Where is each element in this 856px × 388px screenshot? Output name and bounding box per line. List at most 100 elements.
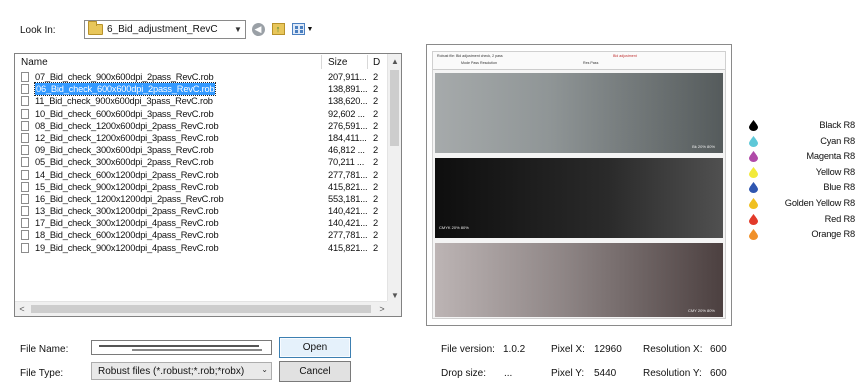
back-button[interactable]: ◀ [250, 21, 266, 37]
redacted-text [99, 345, 259, 347]
chevron-down-icon[interactable]: ⌄ [261, 365, 268, 374]
column-header-name[interactable]: Name [21, 57, 48, 68]
drop-size-label: Drop size: [441, 368, 487, 379]
column-divider[interactable] [321, 55, 322, 69]
file-row[interactable]: 14_Bid_check_600x1200dpi_2pass_RevC.rob 2… [15, 169, 387, 181]
scroll-up-icon[interactable]: ▲ [388, 54, 401, 68]
ink-drop-icon [749, 213, 758, 225]
file-size: 415,821... [328, 242, 368, 253]
look-in-label: Look In: [20, 25, 56, 36]
file-date: 2 [373, 181, 378, 192]
file-row[interactable]: 15_Bid_check_900x1200dpi_2pass_RevC.rob 4… [15, 181, 387, 193]
ink-label: Red R8 [824, 213, 856, 224]
column-divider[interactable] [367, 55, 368, 69]
scroll-thumb[interactable] [390, 70, 399, 146]
ink-label: Cyan R8 [820, 135, 855, 146]
up-folder-button[interactable]: ↑ [270, 21, 286, 37]
file-name: 12_Bid_check_1200x600dpi_3pass_RevC.rob [35, 132, 219, 143]
pixel-x-value: 12960 [594, 344, 622, 355]
file-row[interactable]: 13_Bid_check_300x1200dpi_2pass_RevC.rob 1… [15, 205, 387, 217]
resolution-y-value: 600 [710, 368, 727, 379]
file-row[interactable]: 09_Bid_check_300x600dpi_3pass_RevC.rob 46… [15, 144, 387, 156]
file-date: 2 [373, 157, 378, 168]
file-row[interactable]: 19_Bid_check_900x1200dpi_4pass_RevC.rob 4… [15, 242, 387, 254]
file-size: 276,591... [328, 120, 368, 131]
preview-gradient-band: Bk 20% 80% [435, 73, 723, 153]
folder-icon [88, 21, 103, 35]
scroll-left-icon[interactable]: < [15, 302, 29, 316]
scroll-down-icon[interactable]: ▼ [388, 288, 401, 302]
band-label: CMYK 20% 80% [439, 225, 469, 230]
horizontal-scrollbar[interactable]: < > [15, 301, 389, 316]
file-list[interactable]: Name Size D 07_Bid_check_900x600dpi_2pas… [14, 53, 402, 317]
file-date: 2 [373, 218, 378, 229]
file-name: 07_Bid_check_900x600dpi_2pass_RevC.rob [35, 72, 214, 82]
band-label: Bk 20% 80% [692, 144, 715, 149]
preview-header-text: Res Pass [583, 61, 599, 65]
file-list-header: Name Size D [15, 54, 401, 70]
file-type-select[interactable]: Robust files (*.robust;*.rob;*robx) ⌄ [91, 362, 272, 380]
view-menu-dropdown[interactable]: ▼ [305, 21, 315, 37]
file-row[interactable]: 12_Bid_check_1200x600dpi_3pass_RevC.rob 1… [15, 132, 387, 144]
file-size: 140,421... [328, 206, 368, 217]
chevron-down-icon[interactable]: ▼ [231, 21, 245, 38]
ink-item: Blue R8 [749, 182, 856, 194]
file-name-input[interactable] [91, 340, 272, 355]
view-menu-button[interactable] [290, 21, 306, 37]
file-name: 11_Bid_check_900x600dpi_3pass_RevC.rob [35, 96, 213, 107]
view-menu-icon [291, 23, 305, 35]
file-icon [21, 169, 29, 180]
preview-header-text: Robust file: Bid adjustment check, 2 pas… [437, 54, 503, 58]
file-row[interactable]: 18_Bid_check_600x1200dpi_4pass_RevC.rob 2… [15, 229, 387, 241]
file-date: 2 [373, 169, 378, 180]
file-version-value: 1.0.2 [503, 344, 526, 355]
file-name: 10_Bid_check_600x600dpi_3pass_RevC.rob [35, 108, 214, 119]
file-size: 138,891... [328, 84, 368, 95]
preview-header: Robust file: Bid adjustment check, 2 pas… [433, 52, 725, 70]
file-version-label: File version: [441, 344, 495, 355]
look-in-combo[interactable]: 6_Bid_adjustment_RevC ▼ [84, 20, 246, 39]
preview-image: Robust file: Bid adjustment check, 2 pas… [432, 51, 726, 319]
ink-drop-icon [749, 120, 758, 131]
preview-gradient-band: CMY 20% 80% [435, 243, 723, 317]
file-row[interactable]: 06_Bid_check_600x600dpi_2pass_RevC.rob 13… [15, 82, 387, 97]
file-date: 2 [373, 84, 378, 95]
scroll-thumb-horizontal[interactable] [31, 305, 371, 313]
file-name: 14_Bid_check_600x1200dpi_2pass_RevC.rob [35, 169, 219, 180]
resolution-y-label: Resolution Y: [643, 368, 702, 379]
file-date: 2 [373, 108, 378, 119]
scroll-corner [387, 301, 401, 316]
file-type-value: Robust files (*.robust;*.rob;*robx) [98, 365, 245, 377]
file-name: 08_Bid_check_1200x600dpi_2pass_RevC.rob [35, 120, 219, 131]
file-size: 277,781... [328, 169, 368, 180]
resolution-x-label: Resolution X: [643, 344, 703, 355]
pixel-y-value: 5440 [594, 368, 617, 379]
preview-header-text: Bid adjustment [613, 54, 637, 58]
file-date: 2 [373, 132, 378, 143]
look-in-folder-name: 6_Bid_adjustment_RevC [107, 24, 218, 35]
pixel-y-label: Pixel Y: [551, 368, 585, 379]
column-header-date[interactable]: D [373, 57, 380, 68]
ink-item: Red R8 [749, 213, 856, 226]
file-date: 2 [373, 145, 378, 156]
file-row[interactable]: 16_Bid_check_1200x1200dpi_2pass_RevC.rob… [15, 193, 387, 205]
file-type-label: File Type: [20, 368, 64, 379]
file-row[interactable]: 07_Bid_check_900x600dpi_2pass_RevC.rob 20… [15, 71, 387, 83]
vertical-scrollbar[interactable]: ▲ ▼ [387, 54, 401, 302]
file-row[interactable]: 08_Bid_check_1200x600dpi_2pass_RevC.rob 2… [15, 120, 387, 132]
file-size: 207,911... [328, 72, 367, 82]
file-row[interactable]: 05_Bid_check_300x600dpi_2pass_RevC.rob 70… [15, 156, 387, 168]
file-preview: Robust file: Bid adjustment check, 2 pas… [426, 44, 732, 326]
ink-label: Golden Yellow R8 [784, 198, 855, 208]
file-name: 09_Bid_check_300x600dpi_3pass_RevC.rob [35, 145, 214, 156]
cancel-button[interactable]: Cancel [279, 361, 351, 382]
file-row[interactable]: 17_Bid_check_300x1200dpi_4pass_RevC.rob 1… [15, 217, 387, 229]
ink-drop-icon [749, 182, 758, 194]
file-icon [21, 145, 29, 156]
file-name: 15_Bid_check_900x1200dpi_2pass_RevC.rob [35, 181, 219, 192]
file-row[interactable]: 11_Bid_check_900x600dpi_3pass_RevC.rob 13… [15, 95, 387, 107]
column-header-size[interactable]: Size [328, 57, 347, 68]
open-button[interactable]: Open [279, 337, 351, 358]
file-row[interactable]: 10_Bid_check_600x600dpi_3pass_RevC.rob 92… [15, 108, 387, 120]
ink-item: Orange R8 [749, 229, 856, 241]
